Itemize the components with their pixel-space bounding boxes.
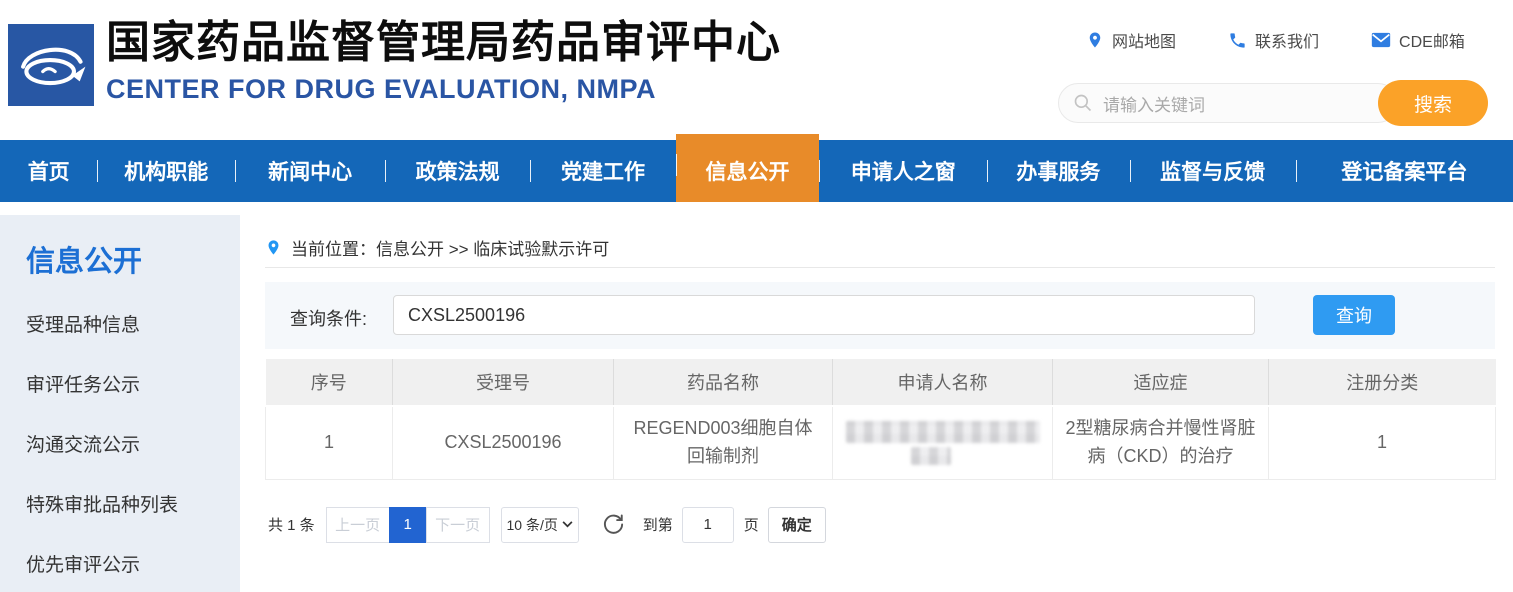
result-table: 序号 受理号 药品名称 申请人名称 适应症 注册分类 1 CXSL2500196… — [265, 359, 1496, 480]
search-placeholder: 请输入关键词 — [1103, 91, 1205, 116]
main-content: 当前位置：信息公开 >> 临床试验默示许可 查询条件: 查询 序号 受理号 药品… — [265, 228, 1495, 543]
sidebar-item-communication[interactable]: 沟通交流公示 — [0, 416, 240, 476]
goto-page-input[interactable] — [682, 507, 734, 543]
nav-item-home[interactable]: 首页 — [0, 140, 97, 202]
goto-page-label: 到第 — [643, 514, 673, 535]
cde-mail-link[interactable]: CDE邮箱 — [1371, 28, 1465, 52]
phone-icon — [1228, 31, 1247, 50]
breadcrumb: 当前位置：信息公开 >> 临床试验默示许可 — [265, 228, 1495, 268]
breadcrumb-pin-icon — [265, 237, 282, 258]
breadcrumb-text: 当前位置：信息公开 >> 临床试验默示许可 — [291, 235, 609, 260]
search-input[interactable]: 请输入关键词 — [1058, 83, 1398, 123]
cde-mail-link-label: CDE邮箱 — [1399, 28, 1465, 52]
nav-item-applicant-window[interactable]: 申请人之窗 — [819, 140, 987, 202]
cell-indication: 2型糖尿病合并慢性肾脏病（CKD）的治疗 — [1053, 406, 1269, 479]
cell-applicant — [833, 406, 1053, 479]
goto-page-unit: 页 — [744, 514, 759, 535]
sidebar-item-priority-review[interactable]: 优先审评公示 — [0, 536, 240, 592]
col-header-indication: 适应症 — [1053, 359, 1269, 406]
sitemap-link[interactable]: 网站地图 — [1086, 28, 1176, 52]
nav-item-registration-platform[interactable]: 登记备案平台 — [1296, 140, 1513, 202]
search-button[interactable]: 搜索 — [1378, 80, 1488, 126]
location-pin-icon — [1086, 30, 1104, 50]
sidebar-item-special-approval[interactable]: 特殊审批品种列表 — [0, 476, 240, 536]
prev-page-button[interactable]: 上一页 — [326, 507, 390, 543]
cell-acceptance-no: CXSL2500196 — [393, 406, 614, 479]
chevron-down-icon — [562, 521, 573, 528]
cde-logo — [8, 24, 94, 106]
nav-item-info-disclosure[interactable]: 信息公开 — [676, 134, 820, 202]
applicant-redacted-blur — [846, 421, 1040, 443]
header-quick-links: 网站地图 联系我们 CDE邮箱 — [1086, 28, 1465, 52]
col-header-seq: 序号 — [266, 359, 393, 406]
page-size-select[interactable]: 10 条/页 — [501, 507, 579, 543]
nav-item-policies[interactable]: 政策法规 — [385, 140, 530, 202]
envelope-icon — [1371, 32, 1391, 48]
pagination-buttons: 上一页 1 下一页 — [326, 507, 490, 543]
contact-link[interactable]: 联系我们 — [1228, 28, 1319, 52]
table-header-row: 序号 受理号 药品名称 申请人名称 适应症 注册分类 — [266, 359, 1496, 406]
page: 国家药品监督管理局药品审评中心 CENTER FOR DRUG EVALUATI… — [0, 0, 1513, 592]
current-page-button[interactable]: 1 — [389, 507, 427, 543]
col-header-applicant: 申请人名称 — [833, 359, 1053, 406]
main-nav: 首页 机构职能 新闻中心 政策法规 党建工作 信息公开 申请人之窗 办事服务 监… — [0, 140, 1513, 202]
nav-item-party[interactable]: 党建工作 — [530, 140, 675, 202]
query-label: 查询条件: — [290, 305, 367, 331]
sidebar-item-accepted-products[interactable]: 受理品种信息 — [0, 296, 240, 356]
query-button[interactable]: 查询 — [1313, 295, 1395, 335]
search-icon — [1073, 93, 1093, 113]
refresh-icon — [602, 513, 625, 536]
site-subtitle: CENTER FOR DRUG EVALUATION, NMPA — [106, 74, 781, 105]
cell-drug-name: REGEND003细胞自体回输制剂 — [614, 406, 833, 479]
applicant-redacted-blur-2 — [911, 447, 951, 465]
table-row: 1 CXSL2500196 REGEND003细胞自体回输制剂 2型糖尿病合并慢… — [266, 406, 1496, 479]
col-header-acceptance-no: 受理号 — [393, 359, 614, 406]
site-title: 国家药品监督管理局药品审评中心 — [106, 18, 781, 69]
col-header-registration-class: 注册分类 — [1269, 359, 1496, 406]
query-panel: 查询条件: 查询 — [265, 282, 1495, 349]
page-size-value: 10 条/页 — [507, 515, 558, 535]
confirm-button[interactable]: 确定 — [768, 507, 826, 543]
nav-item-services[interactable]: 办事服务 — [987, 140, 1129, 202]
site-header: 国家药品监督管理局药品审评中心 CENTER FOR DRUG EVALUATI… — [0, 0, 1513, 140]
nav-item-news[interactable]: 新闻中心 — [235, 140, 385, 202]
pagination-total: 共 1 条 — [268, 514, 315, 535]
sidebar-item-review-tasks[interactable]: 审评任务公示 — [0, 356, 240, 416]
nav-item-supervision[interactable]: 监督与反馈 — [1130, 140, 1296, 202]
header-search: 请输入关键词 搜索 — [1058, 80, 1488, 126]
fish-logo-icon — [8, 24, 94, 106]
refresh-button[interactable] — [601, 512, 627, 538]
cell-registration-class: 1 — [1269, 406, 1496, 479]
sidebar-menu: 受理品种信息 审评任务公示 沟通交流公示 特殊审批品种列表 优先审评公示 — [0, 296, 240, 592]
col-header-drug-name: 药品名称 — [614, 359, 833, 406]
sidebar: 信息公开 受理品种信息 审评任务公示 沟通交流公示 特殊审批品种列表 优先审评公… — [0, 215, 240, 592]
cell-seq: 1 — [266, 406, 393, 479]
site-title-block: 国家药品监督管理局药品审评中心 CENTER FOR DRUG EVALUATI… — [106, 18, 781, 105]
query-input[interactable] — [393, 295, 1255, 335]
nav-item-functions[interactable]: 机构职能 — [97, 140, 235, 202]
sidebar-title: 信息公开 — [0, 215, 240, 279]
pagination: 共 1 条 上一页 1 下一页 10 条/页 到第 页 确定 — [265, 507, 1495, 543]
sitemap-link-label: 网站地图 — [1112, 28, 1176, 52]
contact-link-label: 联系我们 — [1255, 28, 1319, 52]
next-page-button[interactable]: 下一页 — [426, 507, 490, 543]
